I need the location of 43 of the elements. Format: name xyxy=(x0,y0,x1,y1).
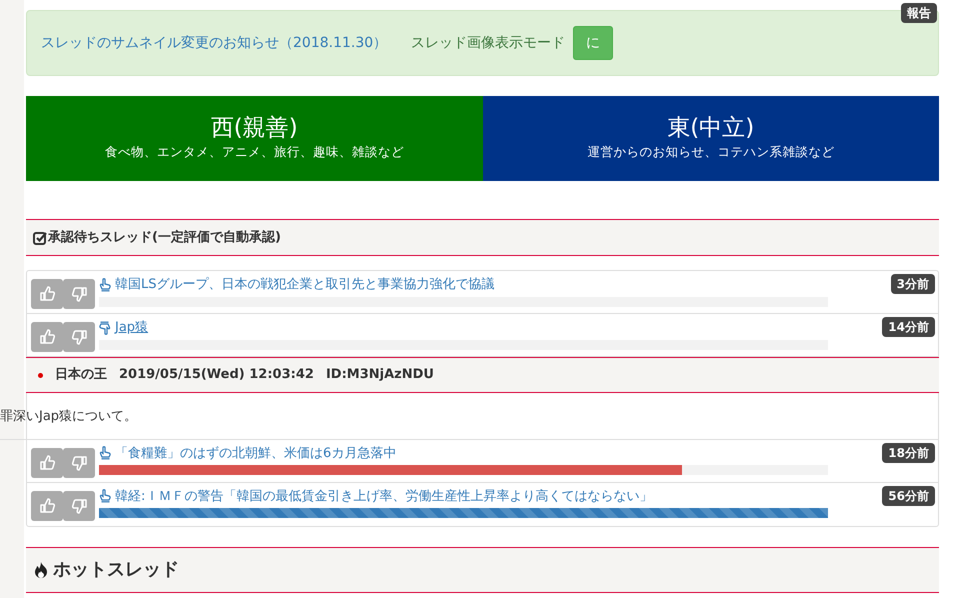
board-panel[interactable]: 東(中立) 運営からのお知らせ、コテハン系雑談など xyxy=(482,96,939,181)
board-title: 東(中立) xyxy=(667,115,754,143)
thumbs-up-button[interactable] xyxy=(31,279,63,309)
thread-link[interactable]: 「食糧難」のはずの北朝鮮、米価は6カ月急落中 xyxy=(115,444,396,463)
board-panel[interactable]: 西(親善) 食べ物、エンタメ、アニメ、旅行、趣味、雑談など xyxy=(26,96,482,181)
thumbs-up-button[interactable] xyxy=(31,448,63,478)
poster-name: 日本の王 xyxy=(55,366,107,384)
checkbox-icon xyxy=(33,230,47,244)
thread-link[interactable]: Jap猿 xyxy=(115,318,148,338)
thumbs-up-icon xyxy=(38,496,56,514)
section-title: 承認待ちスレッド(一定評価で自動承認) xyxy=(48,228,281,247)
time-badge: 56分前 xyxy=(882,486,935,506)
report-badge[interactable]: 報告 xyxy=(901,3,937,23)
thumbs-down-button[interactable] xyxy=(63,279,95,309)
notice-link[interactable]: スレッドのサムネイル変更のお知らせ（2018.11.30） xyxy=(41,32,388,54)
board-title: 西(親善) xyxy=(210,115,298,143)
mode-button[interactable]: に xyxy=(573,26,614,60)
thumbs-up-icon xyxy=(38,328,56,346)
thumbs-up-button[interactable] xyxy=(31,490,63,520)
mode-label: スレッド画像表示モード xyxy=(411,34,566,52)
thumbs-down-icon xyxy=(70,496,88,514)
thumbs-down-icon xyxy=(70,328,88,346)
fire-icon xyxy=(33,560,49,578)
thumbs-down-button[interactable] xyxy=(63,490,95,520)
time-badge: 18分前 xyxy=(882,442,935,462)
time-badge: 14分前 xyxy=(882,317,935,337)
comment-text: 罪深いJap猿について。 xyxy=(0,409,138,424)
post-date: 2019/05/15(Wed) 12:03:42 xyxy=(119,366,314,384)
board-subtitle: 食べ物、エンタメ、アニメ、旅行、趣味、雑談など xyxy=(104,142,404,161)
thumbs-down-icon xyxy=(70,454,88,472)
bullet-icon xyxy=(38,372,43,378)
thread-link[interactable]: 韓国LSグループ、日本の戦犯企業と取引先と事業協力強化で協議 xyxy=(115,275,494,294)
section-title: ホットスレッド xyxy=(53,558,179,582)
thumbs-up-icon xyxy=(38,285,56,303)
thumbs-down-button[interactable] xyxy=(63,322,95,352)
thumbs-down-icon xyxy=(70,285,88,303)
thumbs-up-button[interactable] xyxy=(31,322,63,352)
time-badge: 3分前 xyxy=(890,274,935,294)
board-subtitle: 運営からのお知らせ、コテハン系雑談など xyxy=(587,142,834,161)
thumbs-down-button[interactable] xyxy=(63,448,95,478)
poster-id: ID:M3NjAzNDU xyxy=(326,366,434,384)
thread-link[interactable]: 韓経:ＩＭＦの警告「韓国の最低賃金引き上げ率、労働生産性上昇率より高くてはならない」 xyxy=(115,486,652,506)
thumbs-up-icon xyxy=(38,454,56,472)
